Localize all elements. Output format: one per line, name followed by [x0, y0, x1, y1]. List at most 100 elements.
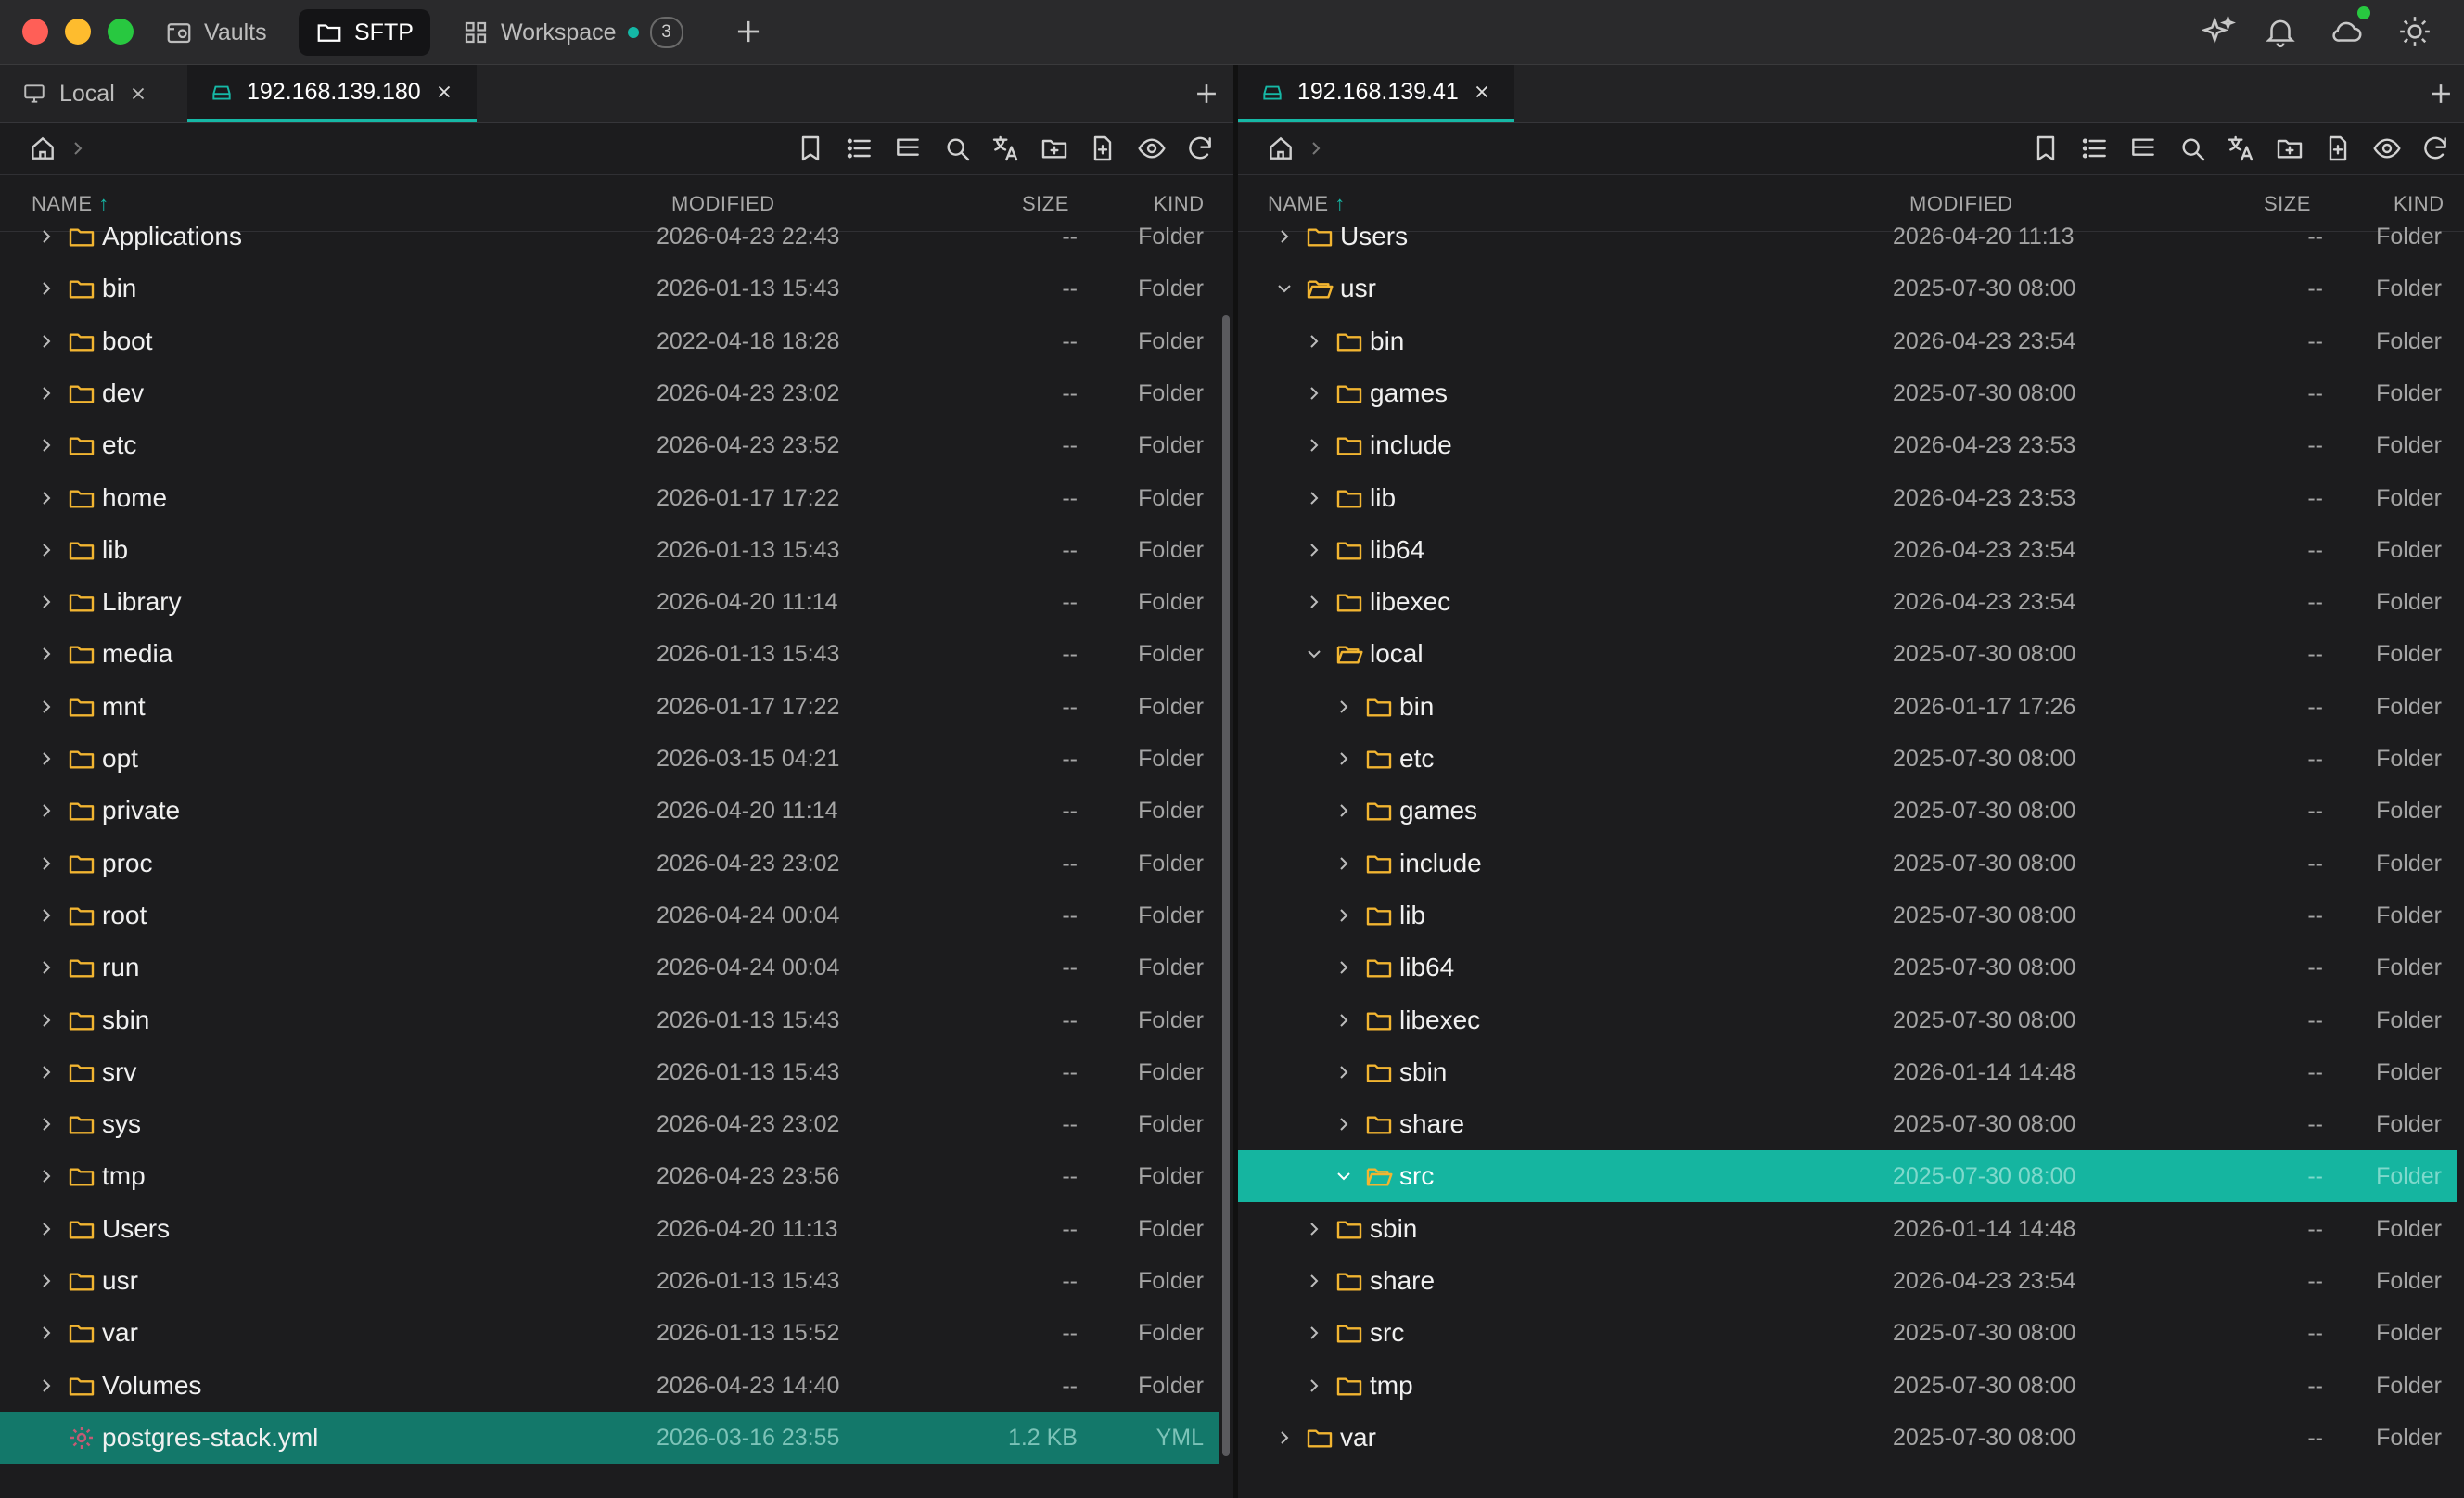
chevron-right-icon[interactable] [35, 434, 57, 456]
right-file-row[interactable]: share 2026-04-23 23:54 -- Folder [1238, 1255, 2457, 1307]
left-file-row[interactable]: etc 2026-04-23 23:52 -- Folder [0, 419, 1219, 471]
right-file-row[interactable]: libexec 2026-04-23 23:54 -- Folder [1238, 576, 2457, 628]
left-scrollbar[interactable] [1222, 315, 1230, 1456]
left-file-row[interactable]: sbin 2026-01-13 15:43 -- Folder [0, 994, 1219, 1046]
right-file-row[interactable]: bin 2026-04-23 23:54 -- Folder [1238, 315, 2457, 367]
left-file-row[interactable]: opt 2026-03-15 04:21 -- Folder [0, 733, 1219, 785]
right-file-row[interactable]: sbin 2026-01-14 14:48 -- Folder [1238, 1046, 2457, 1098]
chevron-right-icon[interactable] [35, 1322, 57, 1344]
translate-icon[interactable] [2226, 134, 2255, 163]
home-icon[interactable] [1266, 134, 1296, 163]
chevron-right-icon[interactable] [1333, 956, 1355, 979]
right-file-row[interactable]: var 2025-07-30 08:00 -- Folder [1238, 1412, 2457, 1464]
left-file-row[interactable]: tmp 2026-04-23 23:56 -- Folder [0, 1150, 1219, 1202]
tab-workspace[interactable]: Workspace 3 [445, 9, 700, 56]
chevron-right-icon[interactable] [1303, 330, 1325, 352]
bookmark-icon[interactable] [796, 134, 825, 163]
chevron-down-icon[interactable] [1303, 643, 1325, 665]
new-folder-icon[interactable] [2275, 134, 2304, 163]
chevron-right-icon[interactable] [35, 1113, 57, 1135]
right-file-row[interactable]: lib64 2026-04-23 23:54 -- Folder [1238, 524, 2457, 576]
sparkle-button[interactable] [2202, 14, 2237, 49]
chevron-right-icon[interactable] [1333, 1061, 1355, 1083]
chevron-right-icon[interactable] [35, 1375, 57, 1397]
tree-view-icon[interactable] [2128, 134, 2158, 163]
right-file-row[interactable]: lib 2026-04-23 23:53 -- Folder [1238, 472, 2457, 524]
chevron-right-icon[interactable] [35, 330, 57, 352]
minimize-window-button[interactable] [65, 19, 91, 45]
close-icon[interactable] [128, 83, 148, 104]
left-file-row[interactable]: proc 2026-04-23 23:02 -- Folder [0, 838, 1219, 890]
left-file-row[interactable]: Applications 2026-04-23 22:43 -- Folder [0, 211, 1219, 262]
list-view-icon[interactable] [845, 134, 875, 163]
chevron-right-icon[interactable] [35, 852, 57, 875]
tab-host-41[interactable]: 192.168.139.41 [1238, 65, 1514, 122]
chevron-right-icon[interactable] [1303, 382, 1325, 404]
left-file-row[interactable]: usr 2026-01-13 15:43 -- Folder [0, 1255, 1219, 1307]
chevron-right-icon[interactable] [1303, 487, 1325, 509]
right-file-row[interactable]: sbin 2026-01-14 14:48 -- Folder [1238, 1203, 2457, 1255]
chevron-right-icon[interactable] [35, 1218, 57, 1240]
close-icon[interactable] [1472, 82, 1492, 102]
right-file-row[interactable]: etc 2025-07-30 08:00 -- Folder [1238, 733, 2457, 785]
chevron-right-icon[interactable] [1303, 1218, 1325, 1240]
chevron-right-icon[interactable] [35, 277, 57, 300]
left-file-row[interactable]: dev 2026-04-23 23:02 -- Folder [0, 367, 1219, 419]
new-file-icon[interactable] [1088, 134, 1117, 163]
left-file-row[interactable]: var 2026-01-13 15:52 -- Folder [0, 1307, 1219, 1359]
left-file-row[interactable]: media 2026-01-13 15:43 -- Folder [0, 628, 1219, 680]
show-hidden-icon[interactable] [2372, 134, 2402, 163]
chevron-right-icon[interactable] [35, 1270, 57, 1292]
chevron-right-icon[interactable] [1303, 591, 1325, 613]
chevron-right-icon[interactable] [1303, 1375, 1325, 1397]
add-right-tab-button[interactable] [2425, 78, 2457, 109]
left-file-row[interactable]: root 2026-04-24 00:04 -- Folder [0, 890, 1219, 941]
right-file-row[interactable]: include 2026-04-23 23:53 -- Folder [1238, 419, 2457, 471]
chevron-right-icon[interactable] [1273, 225, 1296, 248]
right-file-row[interactable]: lib64 2025-07-30 08:00 -- Folder [1238, 941, 2457, 993]
left-file-row[interactable]: bin 2026-01-13 15:43 -- Folder [0, 262, 1219, 314]
chevron-down-icon[interactable] [1273, 277, 1296, 300]
right-file-row[interactable]: games 2025-07-30 08:00 -- Folder [1238, 367, 2457, 419]
notifications-button[interactable] [2263, 14, 2298, 49]
chevron-right-icon[interactable] [1303, 434, 1325, 456]
chevron-right-icon[interactable] [1333, 748, 1355, 770]
search-icon[interactable] [942, 134, 972, 163]
left-file-row[interactable]: lib 2026-01-13 15:43 -- Folder [0, 524, 1219, 576]
list-view-icon[interactable] [2080, 134, 2110, 163]
chevron-right-icon[interactable] [35, 800, 57, 822]
zoom-window-button[interactable] [108, 19, 134, 45]
left-file-row[interactable]: postgres-stack.yml 2026-03-16 23:55 1.2 … [0, 1412, 1219, 1464]
chevron-right-icon[interactable] [1333, 852, 1355, 875]
translate-icon[interactable] [990, 134, 1020, 163]
right-file-row[interactable]: src 2025-07-30 08:00 -- Folder [1238, 1150, 2457, 1202]
chevron-right-icon[interactable] [35, 1061, 57, 1083]
left-file-row[interactable]: private 2026-04-20 11:14 -- Folder [0, 785, 1219, 837]
right-file-row[interactable]: usr 2025-07-30 08:00 -- Folder [1238, 262, 2457, 314]
tab-host-180[interactable]: 192.168.139.180 [187, 65, 477, 122]
chevron-down-icon[interactable] [1333, 1165, 1355, 1187]
right-file-row[interactable]: share 2025-07-30 08:00 -- Folder [1238, 1098, 2457, 1150]
right-file-row[interactable]: lib 2025-07-30 08:00 -- Folder [1238, 890, 2457, 941]
left-file-row[interactable]: boot 2022-04-18 18:28 -- Folder [0, 315, 1219, 367]
chevron-right-icon[interactable] [1333, 904, 1355, 927]
chevron-right-icon[interactable] [1333, 1009, 1355, 1031]
close-window-button[interactable] [22, 19, 48, 45]
new-file-icon[interactable] [2323, 134, 2353, 163]
right-file-row[interactable]: bin 2026-01-17 17:26 -- Folder [1238, 681, 2457, 733]
chevron-right-icon[interactable] [35, 748, 57, 770]
right-file-row[interactable]: libexec 2025-07-30 08:00 -- Folder [1238, 994, 2457, 1046]
show-hidden-icon[interactable] [1137, 134, 1167, 163]
left-file-row[interactable]: Volumes 2026-04-23 14:40 -- Folder [0, 1360, 1219, 1412]
right-file-row[interactable]: games 2025-07-30 08:00 -- Folder [1238, 785, 2457, 837]
left-file-row[interactable]: Users 2026-04-20 11:13 -- Folder [0, 1203, 1219, 1255]
chevron-right-icon[interactable] [35, 643, 57, 665]
home-icon[interactable] [28, 134, 57, 163]
chevron-right-icon[interactable] [1333, 1113, 1355, 1135]
chevron-right-icon[interactable] [35, 539, 57, 561]
chevron-right-icon[interactable] [1273, 1427, 1296, 1449]
refresh-icon[interactable] [1185, 134, 1215, 163]
right-file-row[interactable]: Users 2026-04-20 11:13 -- Folder [1238, 211, 2457, 262]
chevron-right-icon[interactable] [1303, 539, 1325, 561]
new-folder-icon[interactable] [1040, 134, 1069, 163]
